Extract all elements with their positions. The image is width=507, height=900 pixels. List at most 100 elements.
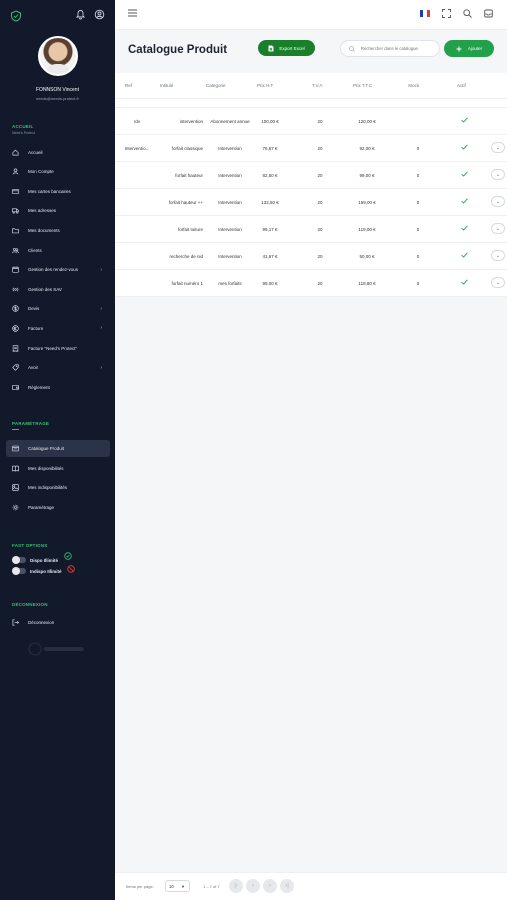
table-row[interactable]: Interventio... forfait classique Intervent… <box>115 135 507 162</box>
expand-row-button[interactable]: ⌄ <box>491 250 505 261</box>
fullscreen-icon[interactable] <box>442 9 451 18</box>
table-row[interactable]: forfait toiture Intervention 99,17 €20 119,… <box>115 216 507 243</box>
sidebar-item-gestion-des-rendez-vous[interactable]: Gestion des rendez-vous › <box>6 262 110 278</box>
cell-tva: 20 <box>317 200 323 205</box>
export-excel-button[interactable]: Export Excel <box>258 40 315 56</box>
toggle-switch[interactable] <box>12 567 26 575</box>
cell-prix-ht: 99,00 € <box>262 281 278 286</box>
sidebar-item-mes-cartes-bancaires[interactable]: Mes cartes bancaires <box>6 183 110 199</box>
toggle-switch[interactable] <box>12 556 26 564</box>
bell-icon[interactable] <box>75 9 86 20</box>
product-table: Ref Intitulé Categorie Prix H.T T.V.A Pr… <box>115 73 507 297</box>
cell-stock: 0 <box>416 281 420 286</box>
catalog-icon <box>12 445 19 452</box>
toggle-dispo-illimite[interactable]: Dispo Illimité <box>12 556 59 564</box>
cell-prix-ht: 99,17 € <box>262 227 278 232</box>
search-icon[interactable] <box>463 9 472 18</box>
add-product-label: Ajouter <box>467 46 483 51</box>
pagination-range: 1 – 7 of 7 <box>203 884 220 889</box>
table-row[interactable]: recherche de nid Intervention 41,67 €20 50,… <box>115 243 507 270</box>
avatar[interactable] <box>38 36 78 76</box>
cell-prix-ht: 82,50 € <box>262 173 278 178</box>
cell-intitule: recherche de nid <box>169 254 203 259</box>
sidebar-item-catalogue-produit[interactable]: Catalogue Produit <box>6 440 110 457</box>
menu-icon[interactable] <box>128 9 137 17</box>
french-flag-icon[interactable] <box>420 10 430 17</box>
toggle-label: Dispo Illimité <box>30 557 59 563</box>
card-icon <box>12 188 19 194</box>
cell-tva: 20 <box>317 119 323 124</box>
sidebar-item-label: Règlement <box>28 384 50 390</box>
sidebar-item-mes-disponibilit-s[interactable]: Mes disponibilités <box>6 460 110 477</box>
expand-row-button[interactable]: ⌄ <box>491 142 505 153</box>
excel-file-icon <box>268 45 274 51</box>
active-check-icon <box>461 117 468 123</box>
account-circle-icon[interactable] <box>94 9 105 20</box>
expand-row-button[interactable]: ⌄ <box>491 223 505 234</box>
shield-logo-icon[interactable] <box>10 10 22 22</box>
radio-icon <box>12 287 19 292</box>
column-header-actif[interactable]: Actif <box>457 83 466 88</box>
cell-tva: 20 <box>317 254 323 259</box>
sidebar-item-gestion-des-sav[interactable]: Gestion des SAV <box>6 281 110 297</box>
cell-prix-ht: 132,50 € <box>261 200 279 205</box>
expand-row-button[interactable]: ⌄ <box>491 277 505 288</box>
sidebar-item-label: Clients <box>28 247 42 253</box>
sidebar-item-mon-compte[interactable]: Mon Compte <box>6 164 110 180</box>
sidebar-item-facture-need-s-protect[interactable]: Facture "Need's Protect" <box>6 340 110 356</box>
table-row[interactable]: forfait hauteur ++ Intervention 132,50 €20… <box>115 189 507 216</box>
sidebar-item-avoir[interactable]: Avoir › <box>6 360 110 376</box>
cell-prix-ttc: 120,00 € <box>358 119 376 124</box>
last-page-icon[interactable]: ›| <box>280 879 294 893</box>
sidebar-item-mes-documents[interactable]: Mes documents <box>6 222 110 238</box>
wallet-icon <box>12 384 19 390</box>
sidebar-item-label: Mes disponibilités <box>28 465 64 471</box>
expand-row-button[interactable]: ⌄ <box>491 196 505 207</box>
column-header-prix-ttc[interactable]: Prix T.T.C <box>353 83 372 88</box>
logout-button[interactable]: Déconnexion <box>6 614 110 630</box>
column-header-ref[interactable]: Ref <box>125 83 132 88</box>
items-per-page-select[interactable]: 10 ▼ <box>165 880 190 892</box>
sidebar-item-param-trage[interactable]: Paramétrage <box>6 499 110 516</box>
column-header-categorie[interactable]: Categorie <box>206 83 226 88</box>
previous-page-icon[interactable]: ‹ <box>246 879 260 893</box>
table-header: Ref Intitulé Categorie Prix H.T T.V.A Pr… <box>115 73 507 99</box>
sidebar-item-mes-indisponibilit-s[interactable]: Mes indisponibilités <box>6 479 110 496</box>
cell-prix-ttc: 119,00 € <box>358 227 376 232</box>
inbox-icon[interactable] <box>484 9 493 18</box>
cell-prix-ht: 41,67 € <box>262 254 278 259</box>
search-icon <box>349 45 355 52</box>
sidebar-item-facture[interactable]: Facture › <box>6 320 110 336</box>
check-circle-icon <box>64 552 72 560</box>
cell-stock: 0 <box>416 227 420 232</box>
sidebar-item-label: Gestion des SAV <box>28 286 62 292</box>
cell-intitule: forfait toiture <box>177 227 203 232</box>
cell-prix-ttc: 159,00 € <box>358 200 376 205</box>
sidebar-item-accueil[interactable]: Accueil <box>6 144 110 160</box>
sidebar-item-r-glement[interactable]: Règlement <box>6 379 110 395</box>
user-email: needs@needs-protect.fr <box>36 96 79 101</box>
active-check-icon <box>461 252 468 258</box>
sidebar-item-clients[interactable]: Clients <box>6 242 110 258</box>
section-title-fast-options: FAST OPTIONS <box>12 543 48 548</box>
sidebar-item-label: Catalogue Produit <box>28 446 65 451</box>
column-header-tva[interactable]: T.V.A <box>312 83 322 88</box>
catalog-search[interactable] <box>340 40 440 57</box>
toggle-indispo-illimite[interactable]: Indispo Illimité <box>12 567 62 575</box>
add-product-button[interactable]: Ajouter <box>444 40 494 57</box>
sidebar-item-devis[interactable]: Devis › <box>6 301 110 317</box>
sidebar-item-label: Mes documents <box>28 227 60 233</box>
cell-prix-ht: 100,00 € <box>261 119 279 124</box>
column-header-stock[interactable]: Stock <box>408 83 419 88</box>
cell-intitule: intervention <box>179 119 203 124</box>
table-row[interactable]: rdv intervention Abonnement annue 100,00 €2… <box>115 108 507 135</box>
sidebar-item-mes-adresses[interactable]: Mes adresses <box>6 203 110 219</box>
first-page-icon[interactable]: |‹ <box>229 879 243 893</box>
catalog-search-input[interactable] <box>360 46 439 51</box>
column-header-prix-ht[interactable]: Prix H.T <box>257 83 273 88</box>
expand-row-button[interactable]: ⌄ <box>491 169 505 180</box>
column-header-intitule[interactable]: Intitulé <box>160 83 173 88</box>
table-row[interactable]: forfait hauteur Intervention 82,50 €20 99,0… <box>115 162 507 189</box>
next-page-icon[interactable]: › <box>263 879 277 893</box>
table-row[interactable]: forfait numéro 1 mes forfaits 99,00 €20 118… <box>115 270 507 297</box>
